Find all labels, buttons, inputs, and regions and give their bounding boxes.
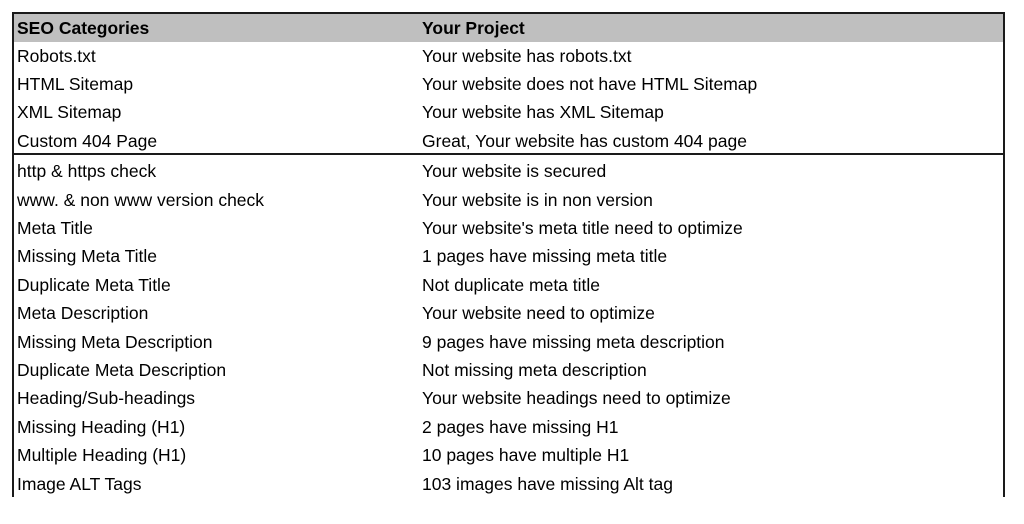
table-row: Missing Meta Title 1 pages have missing …: [12, 243, 1005, 271]
table-row: www. & non www version check Your websit…: [12, 186, 1005, 214]
project-cell: 103 images have missing Alt tag: [422, 473, 673, 494]
table-row: Duplicate Meta Description Not missing m…: [12, 356, 1005, 384]
section-on-page-seo: http & https check Your website is secur…: [12, 158, 1005, 499]
category-cell: Meta Title: [17, 218, 93, 239]
table-row: XML Sitemap Your website has XML Sitemap: [12, 99, 1005, 127]
table-row: Duplicate Meta Title Not duplicate meta …: [12, 271, 1005, 299]
table-header-row: SEO Categories Your Project: [14, 14, 1003, 42]
project-cell: Not missing meta description: [422, 359, 647, 380]
category-cell: Multiple Heading (H1): [17, 445, 187, 466]
header-seo-categories: SEO Categories: [17, 17, 150, 38]
section-divider: [12, 153, 1005, 155]
table-row: Robots.txt Your website has robots.txt: [12, 42, 1005, 70]
table-row: HTML Sitemap Your website does not have …: [12, 70, 1005, 98]
table-row: http & https check Your website is secur…: [12, 158, 1005, 186]
project-cell: Not duplicate meta title: [422, 274, 601, 295]
project-cell: Your website has XML Sitemap: [422, 102, 664, 123]
project-cell: 2 pages have missing H1: [422, 416, 619, 437]
table-row: Multiple Heading (H1) 10 pages have mult…: [12, 441, 1005, 469]
category-cell: Custom 404 Page: [17, 130, 158, 151]
category-cell: Missing Heading (H1): [17, 416, 186, 437]
project-cell: Your website headings need to optimize: [422, 388, 731, 409]
category-cell: HTML Sitemap: [17, 74, 134, 95]
category-cell: XML Sitemap: [17, 102, 122, 123]
project-cell: Your website's meta title need to optimi…: [422, 218, 743, 239]
project-cell: 9 pages have missing meta description: [422, 331, 725, 352]
project-cell: Your website is in non version: [422, 189, 653, 210]
category-cell: Meta Description: [17, 303, 149, 324]
project-cell: Your website is secured: [422, 161, 607, 182]
table-row: Meta Title Your website's meta title nee…: [12, 214, 1005, 242]
category-cell: Duplicate Meta Description: [17, 359, 227, 380]
table-row: Meta Description Your website need to op…: [12, 300, 1005, 328]
project-cell: Great, Your website has custom 404 page: [422, 130, 747, 151]
section-site-files: Robots.txt Your website has robots.txt H…: [12, 42, 1005, 156]
category-cell: Heading/Sub-headings: [17, 388, 196, 409]
category-cell: www. & non www version check: [17, 189, 265, 210]
category-cell: Missing Meta Description: [17, 331, 213, 352]
table-row: Heading/Sub-headings Your website headin…: [12, 385, 1005, 413]
category-cell: Missing Meta Title: [17, 246, 158, 267]
project-cell: Your website has robots.txt: [422, 45, 632, 66]
category-cell: http & https check: [17, 161, 157, 182]
category-cell: Duplicate Meta Title: [17, 274, 171, 295]
project-cell: Your website need to optimize: [422, 303, 655, 324]
table-row: Missing Heading (H1) 2 pages have missin…: [12, 413, 1005, 441]
table-row: Custom 404 Page Great, Your website has …: [12, 127, 1005, 155]
project-cell: 10 pages have multiple H1: [422, 445, 630, 466]
project-cell: Your website does not have HTML Sitemap: [422, 74, 758, 95]
project-cell: 1 pages have missing meta title: [422, 246, 668, 267]
seo-report-table: SEO Categories Your Project Robots.txt Y…: [12, 12, 1005, 498]
header-your-project: Your Project: [422, 17, 525, 38]
table-row: Missing Meta Description 9 pages have mi…: [12, 328, 1005, 356]
category-cell: Robots.txt: [17, 45, 96, 66]
category-cell: Image ALT Tags: [17, 473, 142, 494]
table-row: Image ALT Tags 103 images have missing A…: [12, 470, 1005, 498]
